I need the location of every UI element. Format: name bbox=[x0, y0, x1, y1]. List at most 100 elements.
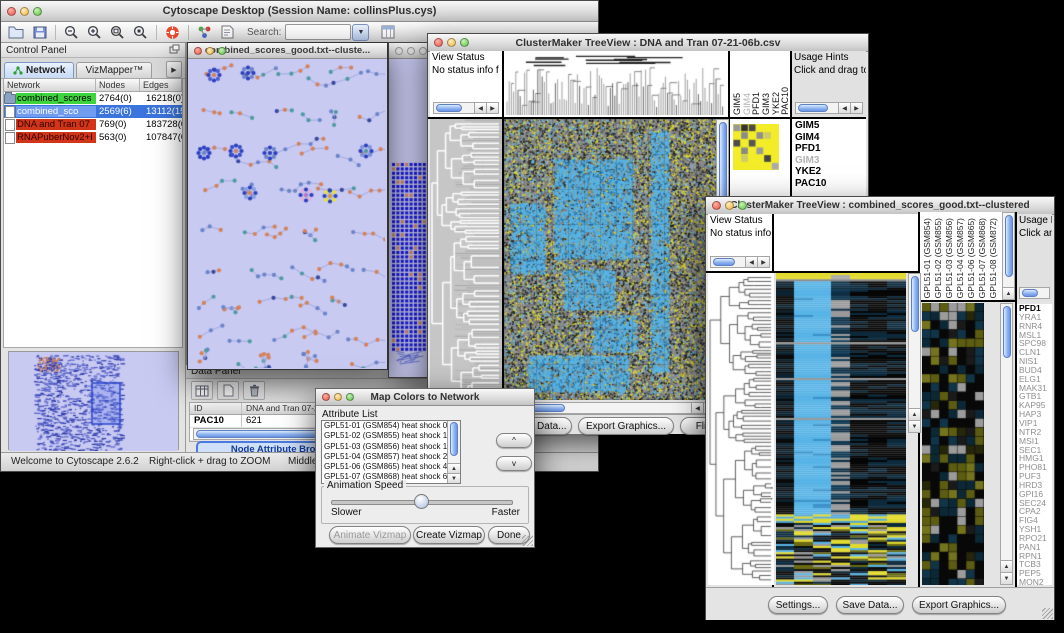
view-status-hscrollbar[interactable]: ◀▶ bbox=[710, 256, 770, 268]
network-overview-panel[interactable] bbox=[8, 351, 179, 450]
scroll-up-icon[interactable]: ▲ bbox=[1001, 560, 1012, 572]
scroll-left-icon[interactable]: ◀ bbox=[745, 257, 757, 267]
network-canvas-area[interactable] bbox=[188, 59, 387, 369]
animate-vizmap-button[interactable]: Animate Vizmap bbox=[329, 526, 411, 544]
minimize-button[interactable] bbox=[334, 393, 342, 401]
network-row-combined-scores[interactable]: combined_scores 2764(0) 16218(0) bbox=[4, 92, 182, 105]
gene-label[interactable]: YKE2 bbox=[795, 166, 866, 178]
minimize-button[interactable] bbox=[20, 7, 29, 16]
network-row-combined-sco-selected[interactable]: combined_sco 2569(6) 13112(15) bbox=[4, 105, 182, 118]
save-data-button[interactable]: Save Data... bbox=[836, 596, 904, 614]
scroll-right-icon[interactable]: ▶ bbox=[757, 257, 769, 267]
minimize-button[interactable] bbox=[407, 47, 415, 55]
main-titlebar[interactable]: Cytoscape Desktop (Session Name: collins… bbox=[1, 1, 598, 22]
search-dropdown-button[interactable]: ▼ bbox=[352, 24, 369, 41]
maximize-button[interactable] bbox=[419, 47, 427, 55]
tab-vizmapper[interactable]: VizMapper™ bbox=[76, 62, 152, 78]
attribute-list-item[interactable]: GPL51-06 (GSM865) heat shock 40 min bbox=[322, 462, 448, 472]
scroll-left-icon[interactable]: ◀ bbox=[474, 103, 486, 113]
row-dendrogram-canvas[interactable] bbox=[708, 273, 774, 585]
close-button[interactable] bbox=[395, 47, 403, 55]
scroll-up-icon[interactable]: ▲ bbox=[1003, 287, 1014, 299]
attribute-list-item[interactable]: GPL51-04 (GSM857) heat shock 20 min bbox=[322, 452, 448, 462]
view-status-hscrollbar[interactable]: ◀▶ bbox=[433, 102, 499, 114]
close-button[interactable] bbox=[712, 201, 721, 210]
resize-grip[interactable] bbox=[1042, 608, 1053, 619]
attribute-list-vscrollbar[interactable]: ▲▼ bbox=[447, 421, 460, 483]
scroll-down-icon[interactable]: ▼ bbox=[1001, 572, 1012, 584]
network-overview-canvas[interactable] bbox=[9, 352, 178, 451]
move-down-button[interactable]: v bbox=[496, 456, 532, 471]
scroll-right-icon[interactable]: ▶ bbox=[850, 103, 862, 113]
move-up-button[interactable]: ^ bbox=[496, 433, 532, 448]
zoom-fit-icon[interactable] bbox=[107, 23, 128, 41]
maximize-button[interactable] bbox=[33, 7, 42, 16]
scroll-up-icon[interactable]: ▲ bbox=[909, 408, 920, 420]
heatmap-hscrollbar[interactable]: ◀▶ bbox=[504, 402, 716, 414]
zoom-heatmap-panel[interactable] bbox=[922, 303, 984, 585]
column-dendrogram-canvas[interactable] bbox=[504, 51, 726, 115]
close-button[interactable] bbox=[194, 47, 202, 55]
attribute-list-item[interactable]: GPL51-01 (GSM854) heat shock 05 min bbox=[322, 421, 448, 431]
network-row-rnapuber[interactable]: RNAPuberNov2+I 563(0) 107847(0) bbox=[4, 131, 182, 144]
maximize-button[interactable] bbox=[738, 201, 747, 210]
zoom-labels-vscrollbar[interactable]: ▲ bbox=[1002, 212, 1015, 300]
gene-label[interactable]: PFD1 bbox=[795, 143, 866, 155]
network-canvas[interactable] bbox=[188, 59, 385, 368]
create-vizmap-button[interactable]: Create Vizmap bbox=[413, 526, 485, 544]
zoom-in-icon[interactable] bbox=[84, 23, 105, 41]
maximize-button[interactable] bbox=[218, 47, 226, 55]
minimize-button[interactable] bbox=[447, 38, 456, 47]
attribute-select-icon[interactable] bbox=[191, 381, 213, 400]
attribute-list-item[interactable]: GPL51-02 (GSM855) heat shock 10 min bbox=[322, 431, 448, 441]
zoom-heatmap-canvas[interactable] bbox=[922, 303, 984, 585]
scroll-right-icon[interactable]: ▶ bbox=[486, 103, 498, 113]
heatmap-panel[interactable] bbox=[504, 119, 716, 400]
settings-button[interactable]: Settings... bbox=[768, 596, 828, 614]
help-lifering-icon[interactable] bbox=[162, 23, 183, 41]
scroll-down-icon[interactable]: ▼ bbox=[448, 473, 460, 483]
row-dendrogram-panel[interactable] bbox=[430, 119, 502, 400]
gene-label[interactable]: GIM3 bbox=[795, 155, 866, 167]
titlebar[interactable]: ClusterMaker TreeView : DNA and Tran 07-… bbox=[428, 34, 868, 52]
tab-overflow-button[interactable]: ▶ bbox=[166, 61, 182, 78]
export-graphics-button[interactable]: Export Graphics... bbox=[578, 417, 674, 435]
column-dendrogram-panel[interactable] bbox=[504, 51, 728, 117]
gene-label[interactable]: PAC10 bbox=[795, 178, 866, 190]
new-attribute-icon[interactable] bbox=[217, 381, 239, 400]
usage-hints-hscrollbar[interactable] bbox=[1019, 287, 1050, 299]
resize-grip[interactable] bbox=[522, 535, 533, 546]
network-row-dna-tran[interactable]: DNA and Tran 07 769(0) 183728(0) bbox=[4, 118, 182, 131]
heatmap-vscrollbar[interactable]: ▲▼ bbox=[908, 273, 921, 433]
network-grid-canvas[interactable] bbox=[389, 59, 431, 376]
annotation-icon[interactable] bbox=[217, 23, 238, 41]
scroll-down-icon[interactable]: ▼ bbox=[909, 420, 920, 432]
delete-attribute-icon[interactable] bbox=[243, 381, 265, 400]
speed-slider-handle[interactable] bbox=[414, 494, 429, 509]
maximize-button[interactable] bbox=[460, 38, 469, 47]
search-input[interactable] bbox=[285, 24, 351, 40]
zoom-selected-icon[interactable] bbox=[130, 23, 151, 41]
save-session-icon[interactable] bbox=[29, 23, 50, 41]
attribute-browser-icon[interactable] bbox=[377, 23, 398, 41]
heatmap-canvas[interactable] bbox=[776, 273, 906, 585]
row-dendrogram-canvas[interactable] bbox=[430, 119, 502, 400]
zoom-heatmap-canvas[interactable] bbox=[733, 124, 779, 170]
tab-network[interactable]: Network bbox=[4, 62, 74, 78]
scroll-left-icon[interactable]: ◀ bbox=[838, 103, 850, 113]
minimize-button[interactable] bbox=[725, 201, 734, 210]
zoom-heatmap-vscrollbar[interactable]: ▲▼ bbox=[1000, 303, 1013, 585]
titlebar[interactable]: Map Colors to Network bbox=[316, 389, 534, 406]
heatmap-panel[interactable] bbox=[776, 273, 906, 585]
gene-label[interactable]: GIM5 bbox=[795, 120, 866, 132]
vizmapper-icon[interactable] bbox=[194, 23, 215, 41]
titlebar[interactable]: combined_scores_good.txt--cluste... bbox=[188, 43, 387, 59]
column-dendrogram-panel[interactable] bbox=[774, 214, 918, 271]
close-button[interactable] bbox=[322, 393, 330, 401]
gene-label[interactable]: MON2 bbox=[1019, 578, 1052, 585]
attribute-list-item[interactable]: GPL51-03 (GSM856) heat shock 15 min bbox=[322, 442, 448, 452]
close-button[interactable] bbox=[434, 38, 443, 47]
close-button[interactable] bbox=[7, 7, 16, 16]
zoom-out-icon[interactable] bbox=[61, 23, 82, 41]
usage-hints-hscrollbar[interactable]: ◀▶ bbox=[795, 102, 863, 114]
